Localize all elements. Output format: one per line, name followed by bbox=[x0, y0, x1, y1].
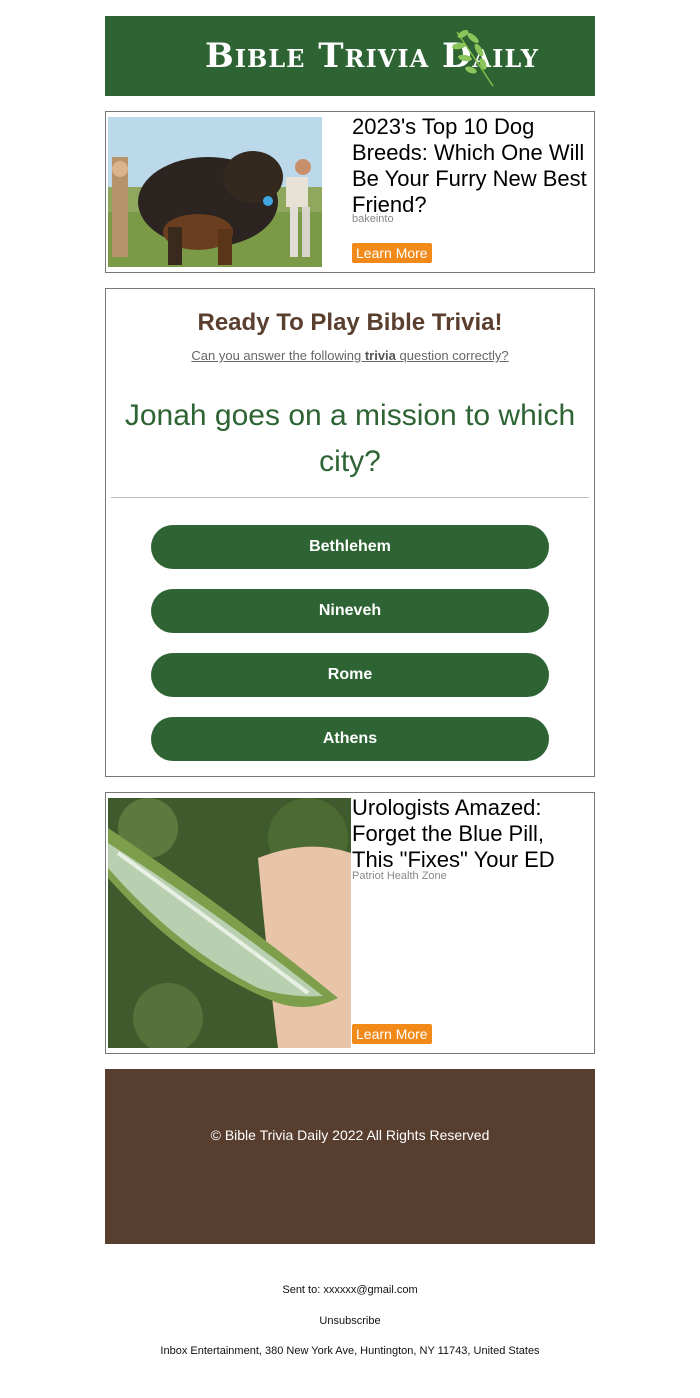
ad-source: bakeinto bbox=[352, 213, 394, 225]
quiz-card: Ready To Play Bible Trivia! Can you answ… bbox=[105, 288, 595, 777]
learn-more-button[interactable]: Learn More bbox=[352, 1024, 432, 1044]
ad-card-urologists[interactable]: Urologists Amazed: Forget the Blue Pill,… bbox=[105, 792, 595, 1054]
quiz-subtitle-start: Can you answer the following bbox=[191, 348, 365, 363]
sender-address: Inbox Entertainment, 380 New York Ave, H… bbox=[160, 1345, 540, 1357]
ad-image-aloe[interactable] bbox=[108, 798, 351, 1048]
ad-card-dog-breeds[interactable]: 2023's Top 10 Dog Breeds: Which One Will… bbox=[105, 111, 595, 273]
answer-button-athens[interactable]: Athens bbox=[151, 717, 549, 761]
copyright-text: © Bible Trivia Daily 2022 All Rights Res… bbox=[210, 1127, 490, 1143]
answer-button-bethlehem[interactable]: Bethlehem bbox=[151, 525, 549, 569]
answer-button-rome[interactable]: Rome bbox=[151, 653, 549, 697]
leaf-icon bbox=[452, 30, 494, 87]
answer-button-nineveh[interactable]: Nineveh bbox=[151, 589, 549, 633]
footer-banner: © Bible Trivia Daily 2022 All Rights Res… bbox=[105, 1069, 595, 1244]
email-page: Bible Trivia Daily 2023's Top 10 Dog Bre… bbox=[0, 0, 700, 1398]
quiz-heading: Ready To Play Bible Trivia! bbox=[197, 309, 503, 336]
unsubscribe-link[interactable]: Unsubscribe bbox=[0, 1315, 700, 1327]
quiz-question: Jonah goes on a mission to which city? bbox=[124, 399, 576, 478]
sent-to-text: Sent to: xxxxxx@gmail.com bbox=[282, 1284, 418, 1296]
header-banner[interactable]: Bible Trivia Daily bbox=[105, 16, 595, 96]
dog-photo-icon bbox=[108, 117, 322, 267]
ad-image-dog[interactable] bbox=[108, 117, 322, 267]
quiz-subtitle-bold: trivia bbox=[364, 348, 396, 363]
learn-more-button[interactable]: Learn More bbox=[352, 243, 432, 263]
quiz-subtitle: Can you answer the following trivia ques… bbox=[106, 348, 594, 363]
ad-title[interactable]: 2023's Top 10 Dog Breeds: Which One Will… bbox=[352, 114, 590, 218]
aloe-leaf-photo-icon bbox=[108, 798, 351, 1048]
divider bbox=[111, 497, 589, 498]
ad-source: Patriot Health Zone bbox=[352, 870, 447, 882]
ad-title[interactable]: Urologists Amazed: Forget the Blue Pill,… bbox=[352, 795, 590, 873]
quiz-subtitle-end: question correctly? bbox=[395, 348, 509, 363]
